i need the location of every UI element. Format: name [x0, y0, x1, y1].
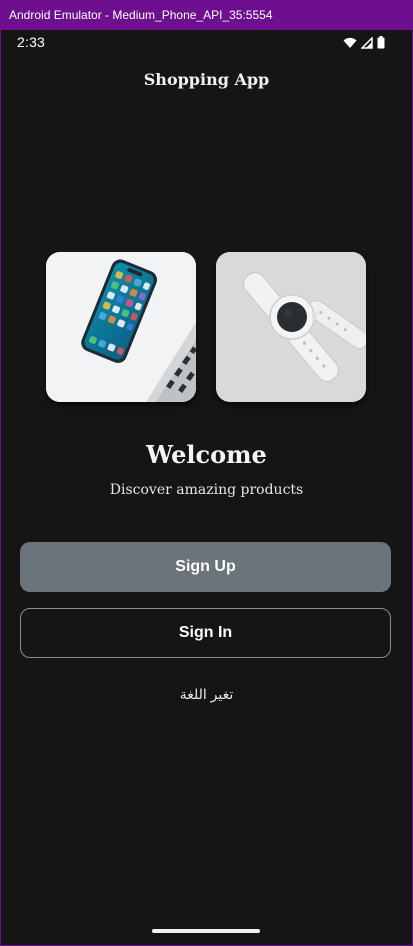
emulator-window: Android Emulator - Medium_Phone_API_35:5… [0, 0, 413, 946]
sign-up-button[interactable]: Sign Up [20, 542, 391, 592]
change-language-link[interactable]: تغير اللغة [1, 686, 412, 703]
status-bar: 2:33 [1, 30, 412, 56]
window-title: Android Emulator - Medium_Phone_API_35:5… [0, 0, 413, 30]
phone-screen: 2:33 Shopping App Welcome Discover amazi… [1, 30, 412, 945]
status-time: 2:33 [17, 34, 46, 50]
smartwatch-image [216, 252, 366, 402]
battery-icon [377, 36, 385, 49]
home-indicator[interactable] [152, 929, 260, 933]
sign-in-button[interactable]: Sign In [20, 608, 391, 658]
smartphone-image [46, 252, 196, 402]
status-icons [343, 36, 385, 49]
welcome-subtitle: Discover amazing products [109, 482, 304, 498]
signal-icon [361, 36, 373, 49]
app-title: Shopping App [143, 70, 270, 89]
product-card-watch[interactable] [216, 252, 366, 402]
wifi-icon [343, 37, 357, 48]
product-card-phone[interactable] [46, 252, 196, 402]
welcome-heading: Welcome [146, 440, 267, 469]
